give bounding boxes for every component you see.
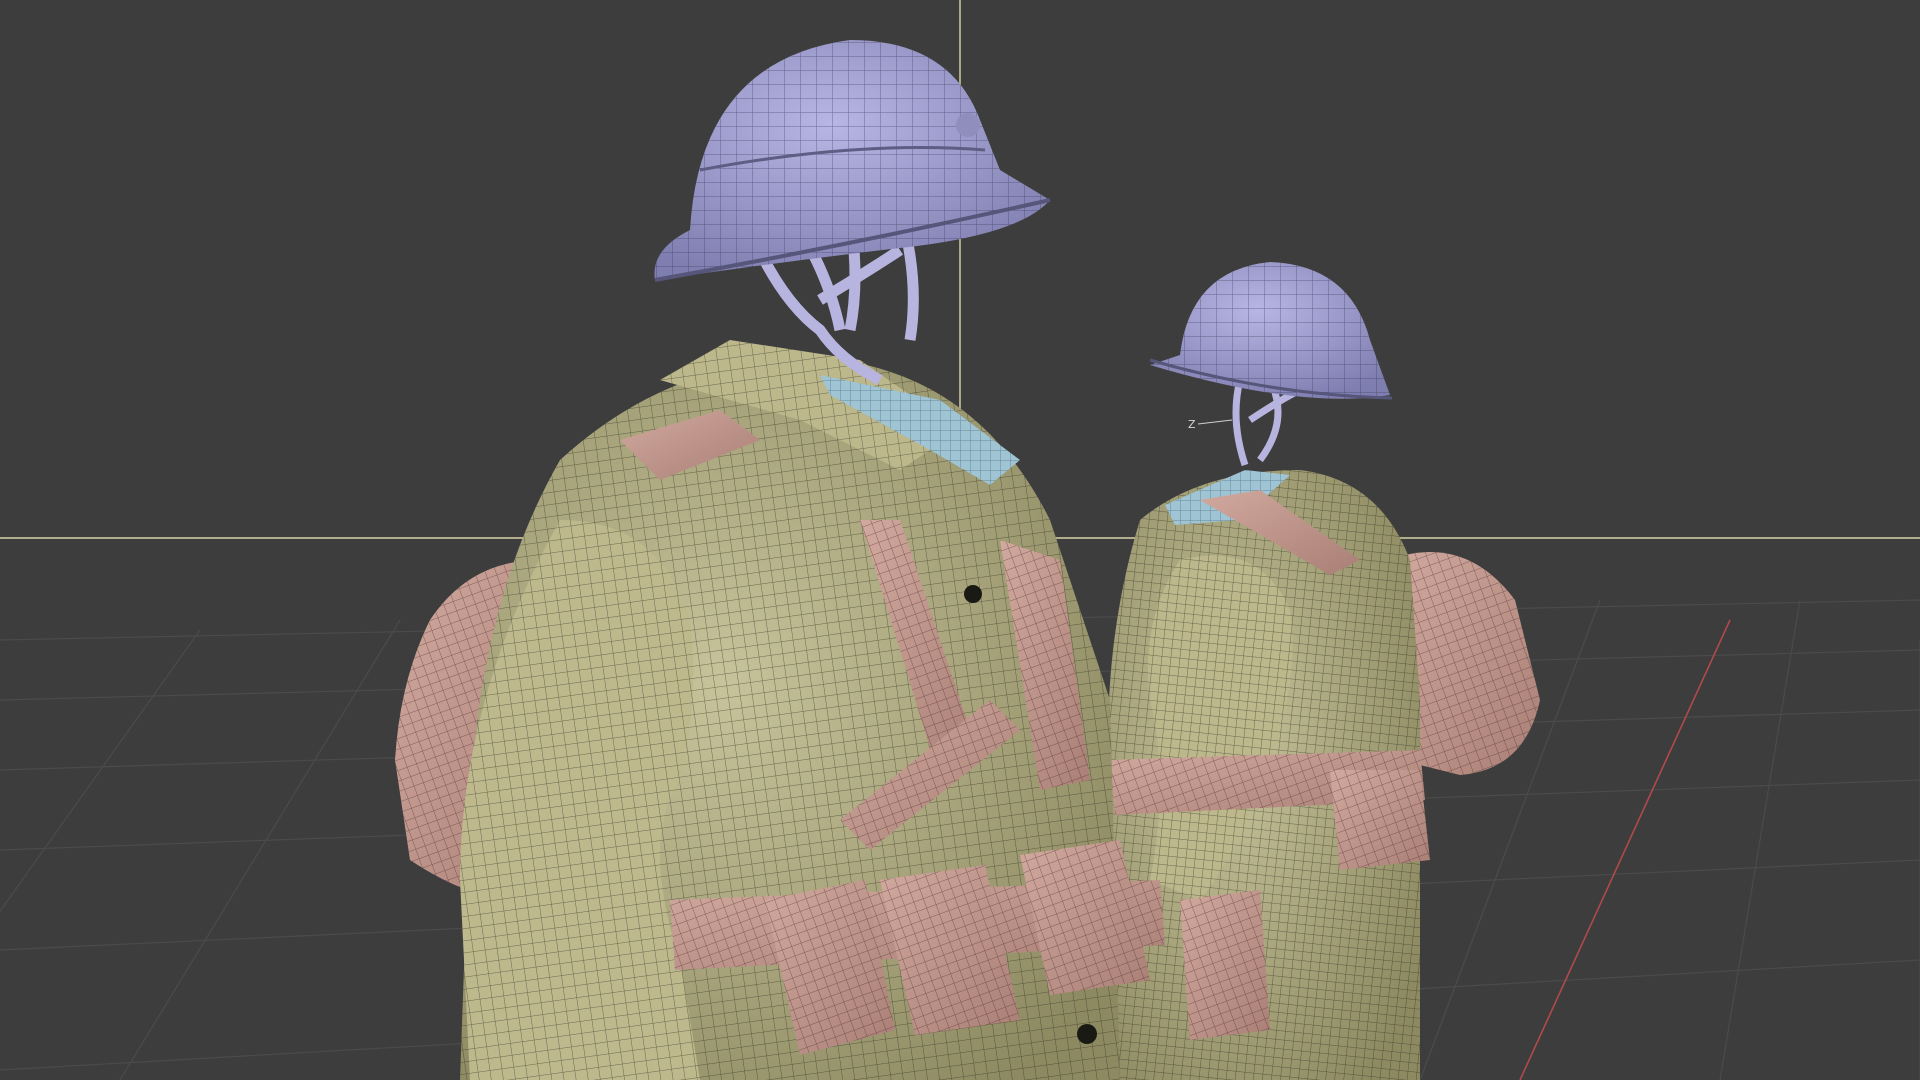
viewport-canvas[interactable]: Z [0,0,1920,1080]
coat-button [964,585,982,603]
axis-label-z: Z [1188,418,1196,431]
coat-button [1077,1024,1097,1044]
3d-viewport[interactable]: Z [0,0,1920,1080]
